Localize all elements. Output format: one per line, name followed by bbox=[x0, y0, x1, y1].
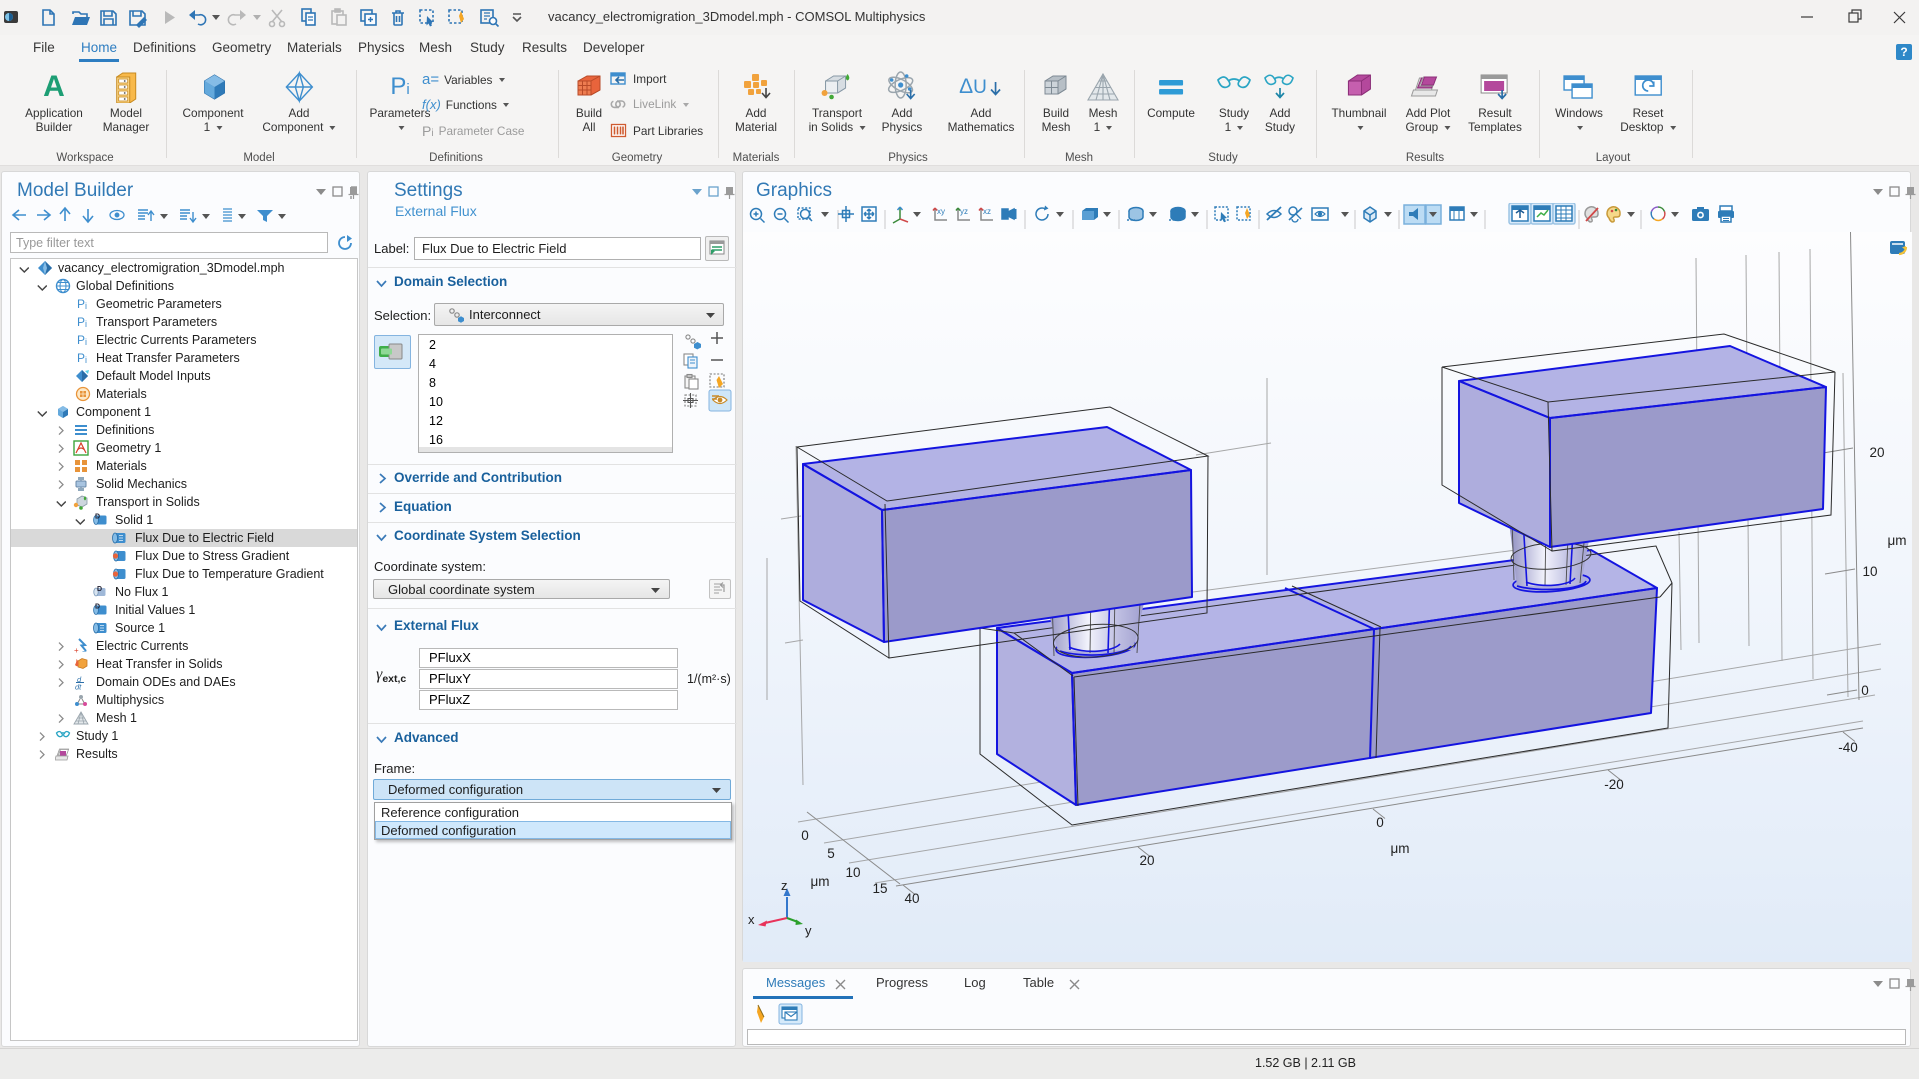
svg-text:xz: xz bbox=[983, 207, 991, 216]
svg-text:μm: μm bbox=[1390, 841, 1409, 856]
svg-text:y: y bbox=[805, 923, 812, 938]
svg-text:0: 0 bbox=[1376, 815, 1384, 830]
svg-text:0: 0 bbox=[801, 828, 809, 843]
svg-text:20: 20 bbox=[1139, 853, 1154, 868]
svg-text:20: 20 bbox=[1869, 445, 1884, 460]
svg-text:x: x bbox=[748, 912, 755, 927]
svg-text:-20: -20 bbox=[1604, 777, 1624, 792]
svg-text:-40: -40 bbox=[1838, 740, 1858, 755]
svg-text:10: 10 bbox=[1862, 564, 1877, 579]
svg-text:10: 10 bbox=[845, 865, 860, 880]
svg-text:z: z bbox=[781, 878, 788, 893]
svg-text:0: 0 bbox=[1861, 683, 1869, 698]
svg-text:μm: μm bbox=[1887, 533, 1906, 548]
svg-text:μm: μm bbox=[810, 874, 829, 889]
svg-text:xy: xy bbox=[937, 207, 945, 216]
svg-text:15: 15 bbox=[872, 881, 887, 896]
svg-text:yz: yz bbox=[960, 207, 968, 216]
svg-text:40: 40 bbox=[904, 891, 919, 906]
svg-text:5: 5 bbox=[827, 846, 835, 861]
